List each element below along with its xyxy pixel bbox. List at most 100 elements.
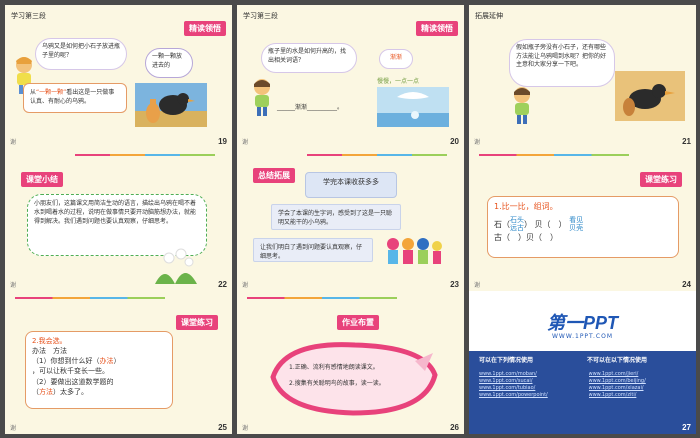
slide-number: 22	[218, 280, 227, 289]
exercise-title: 2.我会选。	[32, 337, 67, 345]
sentence-1-end: ）	[113, 357, 121, 366]
footer-link[interactable]: www.1ppt.com/beijing/	[589, 378, 691, 384]
slide-thumbnail-21[interactable]: 拓展延伸 假如瓶子旁没有小石子，还有哪些方法能让乌鸦喝到水呢？把你的好主意和大家…	[469, 5, 696, 148]
slide-number: 23	[450, 280, 459, 289]
exercise-row-1: 石（石头 远古） 贝（ ） 看见 贝壳	[494, 216, 584, 232]
fill-blank-word: 渐渐	[295, 104, 308, 111]
footer-link[interactable]: www.1ppt.com/ziti/	[589, 392, 691, 398]
section-badge: 总结拓展	[253, 168, 295, 183]
exercise-box: 1.比一比，组词。 石（石头 远古） 贝（ ） 看见 贝壳 古（ ）贝（ ）	[487, 196, 679, 258]
footer-link[interactable]: www.1ppt.com/moban/	[479, 371, 581, 377]
crow-picture	[135, 83, 207, 127]
footer-link[interactable]: www.1ppt.com/jieri/	[589, 371, 691, 377]
slide-thumbnail-23[interactable]: 总结拓展 学完本课收获多多 学会了本课的生字词，感受到了这是一只聪明又能干的小乌…	[237, 148, 464, 291]
sentence-2b-end: ）太多了。	[53, 387, 88, 396]
section-label: 拓展延伸	[475, 12, 503, 20]
link-list: www.1ppt.com/moban/www.1ppt.com/jieri/ww…	[479, 371, 690, 398]
fill-blank-line: ______渐渐__________。	[277, 104, 344, 111]
slide-number: 27	[682, 423, 691, 432]
answer-beike: 贝壳	[569, 223, 584, 232]
slide-number: 24	[682, 280, 691, 289]
slide-thumbnail-20[interactable]: 学习第三段 精读领悟 瓶子里的水是如何升高的，找出相关词语？ 渐渐 慢慢，一点一…	[237, 5, 464, 148]
section-badge: 课堂练习	[640, 172, 682, 187]
column-1-title: 可以在下列情况使用	[479, 357, 534, 364]
info-panel: 可以在下列情况使用 不可以在以下情况使用 www.1ppt.com/moban/…	[469, 351, 696, 434]
logo: 第一PPT	[546, 313, 618, 333]
harvest-text: 学完本课收获多多	[323, 178, 379, 186]
child-figure-icon	[509, 85, 535, 125]
slide-thumbnail-26[interactable]: 作业布置 1.正确、流利有感情地朗读课文。 2.搜集有关聪明鸟的故事，读一读。 …	[237, 291, 464, 434]
section-label: 学习第三段	[243, 12, 278, 20]
answer-keyword: “一颗一颗”	[36, 89, 67, 96]
slide-number: 20	[450, 137, 459, 146]
footer-link[interactable]: www.1ppt.com/tubiao/	[479, 385, 581, 391]
answer-fangfa: 方法	[39, 387, 53, 396]
takeaway-text-1: 学会了本课的生字词，感受到了这是一只聪明又能干的小乌鸦。	[278, 210, 393, 226]
footer-link[interactable]: www.1ppt.com/xiazai/	[589, 385, 691, 391]
char-shi: 石	[494, 220, 502, 230]
sentence-2b-start: （	[32, 387, 39, 396]
slide-thumbnail-19[interactable]: 学习第三段 精读领悟 乌鸦又是如何把小石子放进瓶子里的呢？ 一颗一颗放进去的 从…	[5, 5, 232, 148]
slide-number: 21	[682, 137, 691, 146]
section-label: 学习第三段	[11, 12, 46, 20]
slow-text: 慢慢，一点一点	[377, 78, 420, 85]
takeaway-item-1: 学会了本课的生字词，感受到了这是一只聪明又能干的小乌鸦。	[271, 204, 401, 230]
water-picture	[377, 87, 449, 127]
harvest-banner: 学完本课收获多多	[305, 172, 397, 198]
homework-item-2: 2.搜集有关聪明鸟的故事，读一读。	[289, 380, 385, 387]
section-badge: 作业布置	[337, 315, 379, 330]
sentence-2b: （方法）太多了。	[32, 387, 166, 397]
takeaway-item-2: 让我们明白了遇到问题要认真观察，仔细思考。	[253, 238, 373, 262]
answer-bubble: 渐渐	[379, 49, 413, 69]
crow-picture	[615, 71, 685, 121]
flower-picture	[145, 244, 205, 284]
sentence-1: （1）你想到什么好（办法）	[32, 356, 166, 366]
sentence-2: （2）要做出这道数学题的	[32, 377, 114, 386]
slide-thumbnail-24[interactable]: 课堂练习 1.比一比，组词。 石（石头 远古） 贝（ ） 看见 贝壳 古（ ）贝（ …	[469, 148, 696, 291]
slide-footer: 谢	[10, 282, 17, 289]
section-badge: 精读领悟	[416, 21, 458, 36]
homework-item-1: 1.正确、流利有感情地朗读课文。	[289, 364, 379, 371]
question-bubble: 瓶子里的水是如何升高的，找出相关词语？	[261, 43, 357, 73]
question-text: 假如瓶子旁没有小石子，还有哪些方法能让乌鸦喝到水呢？把你的好主意和大家分享一下吧…	[516, 44, 607, 69]
color-stripe	[307, 154, 447, 156]
answer-box: 从“一颗一颗”看出这是一只做事认真、有耐心的乌鸦。	[23, 83, 127, 113]
section-badge: 精读领悟	[184, 21, 226, 36]
exercise-box: 2.我会选。 办法 方法 （1）你想到什么好（办法） ，可以让秋千变长一些。 （…	[25, 331, 173, 409]
options-text: 办法 方法	[32, 347, 67, 356]
child-figure-icon	[249, 77, 275, 117]
answer-banfa: 办法	[99, 357, 114, 366]
slide-footer: 谢	[242, 282, 249, 289]
takeaway-text-2: 让我们明白了遇到问题要认真观察，仔细思考。	[260, 244, 363, 260]
slide-thumbnail-25[interactable]: 课堂练习 2.我会选。 办法 方法 （1）你想到什么好（办法） ，可以让秋千变长…	[5, 291, 232, 434]
color-stripe	[247, 297, 397, 299]
slide-footer: 谢	[10, 425, 17, 432]
char-bei-2: 贝	[526, 233, 534, 243]
answer-bubble: 一颗一颗放进去的	[145, 48, 193, 78]
column-2-title: 不可以在以下情况使用	[587, 357, 648, 364]
slide-footer: 谢	[474, 282, 481, 289]
brush-stroke-frame	[265, 337, 441, 419]
slide-number: 26	[450, 423, 459, 432]
question-bubble: 乌鸦又是如何把小石子放进瓶子里的呢？	[35, 38, 127, 70]
slide-footer: 谢	[474, 139, 481, 146]
color-stripe	[15, 297, 165, 299]
exercise-title: 1.比一比，组词。	[494, 202, 558, 211]
color-stripe	[75, 154, 215, 156]
footer-link[interactable]: www.1ppt.com/powerpoint/	[479, 392, 581, 398]
slide-number: 25	[218, 423, 227, 432]
slide-footer: 谢	[242, 425, 249, 432]
exercise-row-2: 古（ ）贝（ ）	[494, 233, 558, 243]
question-bubble: 假如瓶子旁没有小石子，还有哪些方法能让乌鸦喝到水呢？把你的好主意和大家分享一下吧…	[509, 39, 615, 87]
color-stripe	[479, 154, 629, 156]
section-badge: 课堂练习	[176, 315, 218, 330]
char-gu: 古	[494, 233, 502, 243]
slide-thumbnail-27[interactable]: 第一PPT WWW.1PPT.COM 可以在下列情况使用 不可以在以下情况使用 …	[469, 291, 696, 434]
footer-link[interactable]: www.1ppt.com/sucai/	[479, 378, 581, 384]
slide-footer: 谢	[10, 139, 17, 146]
slide-thumbnail-22[interactable]: 课堂小结 小朋友们，这篇课文用简洁生动的语言，描绘出乌鸦在喝不着水到喝着水的过程…	[5, 148, 232, 291]
summary-text: 小朋友们，这篇课文用简洁生动的语言，描绘出乌鸦在喝不着水到喝着水的过程，说明在做…	[34, 200, 197, 225]
answer-bubble-text: 渐渐	[389, 54, 402, 61]
slide-number: 19	[218, 137, 227, 146]
answer-bubble-text: 一颗一颗放进去的	[152, 53, 183, 69]
